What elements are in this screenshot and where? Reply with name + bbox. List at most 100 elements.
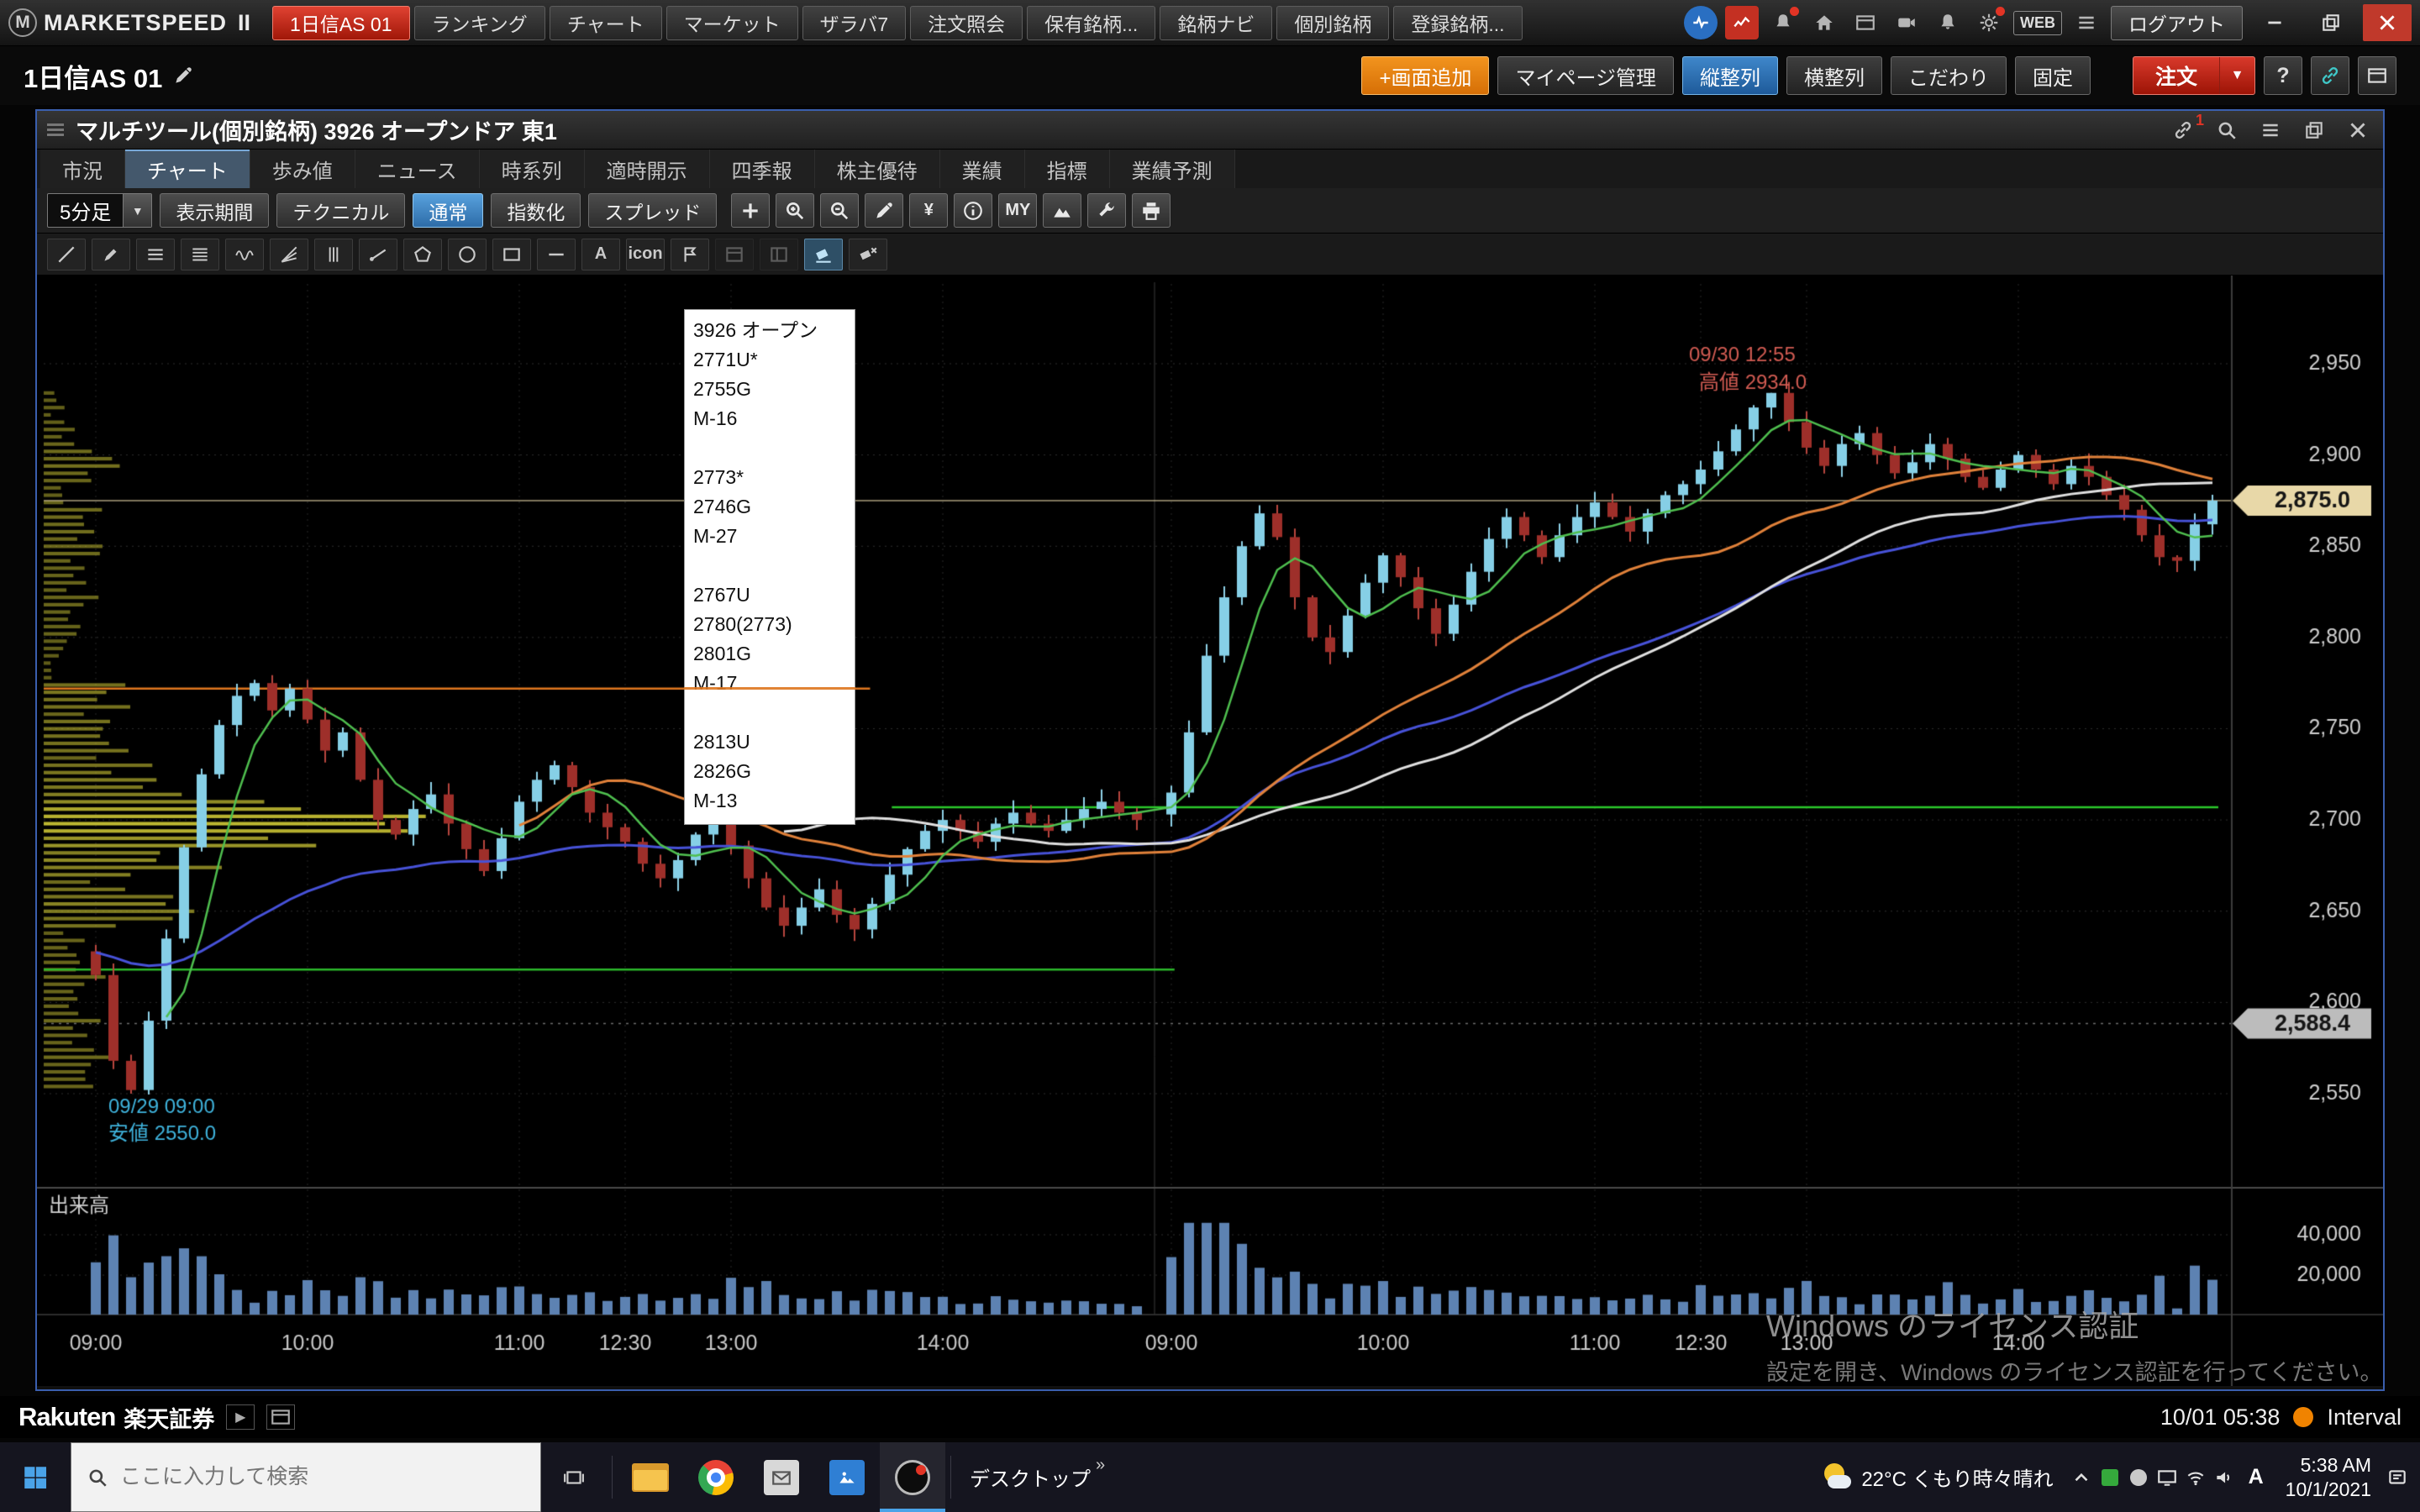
menu-tab-9[interactable]: 個別銘柄 — [1276, 6, 1389, 40]
tray-app-circle-icon[interactable] — [2124, 1469, 2153, 1486]
display-period-button[interactable]: 表示期間 — [160, 193, 269, 228]
printer-button[interactable] — [1132, 193, 1171, 228]
pentagon-button[interactable] — [403, 239, 442, 270]
help-button[interactable]: ? — [2264, 56, 2302, 95]
menu-tab-2[interactable]: ランキング — [414, 6, 545, 40]
search-input[interactable] — [120, 1465, 525, 1489]
h-line-button[interactable] — [537, 239, 576, 270]
window-tab-5[interactable]: 時系列 — [480, 150, 585, 188]
play-icon[interactable]: ▶ — [226, 1404, 255, 1430]
menu-icon[interactable] — [2070, 6, 2103, 39]
h-lines-button[interactable] — [136, 239, 175, 270]
ray-button[interactable] — [359, 239, 397, 270]
order-button[interactable]: 注文 ▼ — [2133, 56, 2255, 95]
window-tab-9[interactable]: 業績 — [940, 150, 1025, 188]
photos-button[interactable] — [814, 1442, 880, 1512]
window-tab-6[interactable]: 適時開示 — [585, 150, 710, 188]
zoom-out-button[interactable] — [820, 193, 859, 228]
window-tab-11[interactable]: 業績予測 — [1110, 150, 1235, 188]
technical-button[interactable]: テクニカル — [276, 193, 405, 228]
desktop-toolbar[interactable]: デスクトップ » — [956, 1462, 1118, 1492]
network-tray-icon[interactable] — [2181, 1467, 2210, 1488]
indexed-mode-button[interactable]: 指数化 — [491, 193, 581, 228]
layout-panel-button[interactable] — [2358, 56, 2396, 95]
timeframe-select[interactable]: 5分足 ▼ — [47, 193, 152, 228]
info-button[interactable] — [954, 193, 992, 228]
window-tab-4[interactable]: ニュース — [355, 150, 480, 188]
window-popout-icon[interactable] — [2299, 115, 2329, 145]
menu-tab-6[interactable]: 注文照会 — [910, 6, 1023, 40]
spread-mode-button[interactable]: スプレッド — [588, 193, 717, 228]
trend-line-button[interactable] — [47, 239, 86, 270]
wrench-button[interactable] — [1087, 193, 1126, 228]
logout-button[interactable]: ログアウト — [2111, 6, 2243, 40]
tile-horizontal-button[interactable]: 横整列 — [1786, 56, 1882, 95]
circle-button[interactable] — [448, 239, 487, 270]
v-lines-button[interactable] — [314, 239, 353, 270]
candlestick-chart-canvas[interactable] — [37, 276, 2383, 1386]
video-icon[interactable] — [1890, 6, 1923, 39]
mypage-manage-button[interactable]: マイページ管理 — [1497, 56, 1674, 95]
menu-tab-7[interactable]: 保有銘柄... — [1027, 6, 1155, 40]
menu-tab-1[interactable]: 1日信AS 01 — [272, 6, 409, 40]
pin-layout-button[interactable]: 固定 — [2015, 56, 2091, 95]
window-close-button[interactable] — [2363, 4, 2412, 41]
menu-tab-5[interactable]: ザラバ7 — [802, 6, 907, 40]
link-icon[interactable]: 1 — [2168, 115, 2198, 145]
window-tab-10[interactable]: 指標 — [1025, 150, 1110, 188]
display-tray-icon[interactable] — [2153, 1467, 2181, 1488]
window-titlebar[interactable]: マルチツール(個別銘柄) 3926 オープンドア 東1 1 — [37, 111, 2383, 150]
panel-b-button[interactable] — [760, 239, 798, 270]
yen-button[interactable]: ¥ — [909, 193, 948, 228]
home-icon[interactable] — [1807, 6, 1841, 39]
taskbar-search[interactable] — [71, 1442, 541, 1512]
normal-mode-button[interactable]: 通常 — [413, 193, 483, 228]
tray-expand-icon[interactable] — [2067, 1467, 2096, 1488]
panel-icon[interactable] — [1849, 6, 1882, 39]
flag-button[interactable] — [671, 239, 709, 270]
action-center-icon[interactable] — [2383, 1467, 2412, 1488]
edit-page-name-icon[interactable] — [172, 65, 194, 87]
marketspeed-app-button[interactable] — [880, 1442, 945, 1512]
pulse-icon[interactable] — [1684, 6, 1718, 39]
wave-button[interactable] — [225, 239, 264, 270]
window-minimize-button[interactable] — [2250, 4, 2299, 41]
window-close-icon[interactable] — [2343, 115, 2373, 145]
eraser-button[interactable] — [804, 239, 843, 270]
menu-tab-8[interactable]: 銘柄ナビ — [1160, 6, 1272, 40]
ime-mode-indicator[interactable]: A — [2238, 1465, 2274, 1489]
window-tab-2[interactable]: チャート — [125, 150, 250, 188]
chart-area[interactable]: 3926 オープン 2771U* 2755G M-16 2773* 2746G … — [37, 276, 2383, 1386]
link-mode-button[interactable] — [2311, 56, 2349, 95]
window-tab-8[interactable]: 株主優待 — [815, 150, 940, 188]
rectangle-button[interactable] — [492, 239, 531, 270]
file-explorer-button[interactable] — [618, 1442, 683, 1512]
gear-icon[interactable] — [1972, 6, 2006, 39]
eraser-all-button[interactable] — [849, 239, 887, 270]
h-lines-dense-button[interactable] — [181, 239, 219, 270]
mountain-button[interactable] — [1043, 193, 1081, 228]
window-tab-1[interactable]: 市況 — [40, 150, 125, 188]
chrome-button[interactable] — [683, 1442, 749, 1512]
panel-icon[interactable] — [266, 1404, 295, 1430]
menu-tab-10[interactable]: 登録銘柄... — [1393, 6, 1522, 40]
bell-icon[interactable] — [1931, 6, 1965, 39]
volume-tray-icon[interactable] — [2210, 1467, 2238, 1488]
quote-icon[interactable] — [1725, 6, 1759, 39]
icon-stamp-button[interactable]: icon — [626, 239, 665, 270]
window-menu-icon[interactable] — [2255, 115, 2286, 145]
web-link-badge[interactable]: WEB — [2013, 11, 2062, 35]
pencil-button[interactable] — [865, 193, 903, 228]
zoom-in-button[interactable] — [776, 193, 814, 228]
window-tab-7[interactable]: 四季報 — [710, 150, 815, 188]
taskbar-clock[interactable]: 5:38 AM 10/1/2021 — [2274, 1453, 2383, 1502]
add-screen-button[interactable]: +画面追加 — [1361, 56, 1489, 95]
tray-app-green-icon[interactable] — [2096, 1469, 2124, 1486]
text-a-button[interactable]: A — [581, 239, 620, 270]
fan-button[interactable] — [270, 239, 308, 270]
start-button[interactable] — [0, 1442, 71, 1512]
plus-button[interactable] — [731, 193, 770, 228]
kodawari-button[interactable]: こだわり — [1891, 56, 2007, 95]
weather-widget[interactable]: 22°C くもり時々晴れ — [1809, 1462, 2066, 1492]
search-icon[interactable] — [2212, 115, 2242, 145]
